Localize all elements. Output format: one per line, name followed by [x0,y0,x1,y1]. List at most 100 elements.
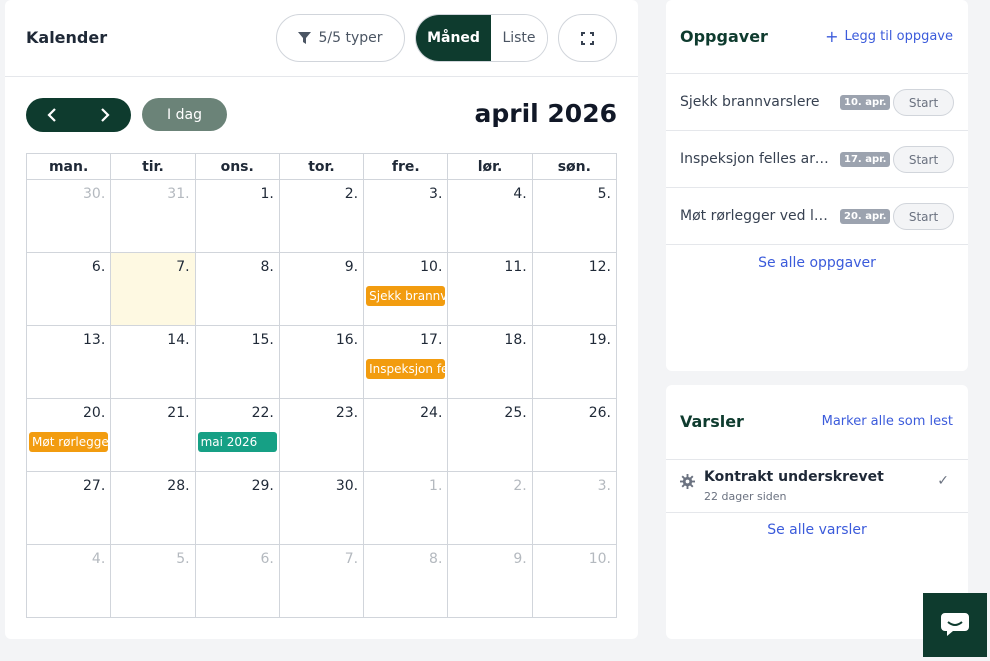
calendar-day[interactable]: 4. [448,180,533,253]
calendar-day[interactable]: 30. [279,472,365,545]
day-number: 7. [176,259,190,275]
calendar-day[interactable]: 25. [448,399,533,472]
calendar-day[interactable]: 5. [532,180,617,253]
calendar-day-today[interactable]: 7. [111,253,196,326]
calendar-day[interactable]: 27. [27,472,112,545]
calendar-day[interactable]: 26. [532,399,617,472]
calendar-day[interactable]: 8. [195,253,280,326]
calendar-day[interactable]: 10. [532,545,617,618]
day-number: 5. [176,551,190,567]
check-icon[interactable]: ✓ [937,473,949,489]
start-task-button[interactable]: Start [893,146,954,173]
day-number: 31. [167,186,190,202]
calendar-day[interactable]: 1. [364,472,449,545]
calendar-day[interactable]: 19. [532,326,617,399]
calendar-event[interactable]: Sjekk brannvarslere [366,286,446,306]
calendar-event[interactable]: mai 2026 [197,432,277,452]
calendar-week-row: 4. 5. 6. 7. 8. 9. 10. [27,545,617,618]
calendar-day[interactable]: 8. [364,545,449,618]
calendar-day[interactable]: 31. [111,180,196,253]
alerts-header: Varsler Marker alle som lest [666,385,968,459]
today-button[interactable]: I dag [142,98,227,131]
calendar-day[interactable]: 9. [279,253,365,326]
day-number: 22. [251,405,274,421]
calendar-day[interactable]: 2. [448,472,533,545]
calendar-day[interactable]: 18. [448,326,533,399]
task-name: Sjekk brannvarslere [680,94,820,110]
expand-icon [581,31,594,45]
day-number: 12. [588,259,611,275]
task-row[interactable]: Inspeksjon felles areal 17. apr. Start [666,131,968,188]
alert-item[interactable]: Kontrakt underskrevet 22 dager siden ✓ [666,459,968,513]
calendar-day[interactable]: 13. [27,326,112,399]
calendar-day[interactable]: 24. [364,399,449,472]
weekday-header: ons. [195,154,280,180]
calendar-day[interactable]: 20. Møt rørlegger ved lekkasje [27,399,112,472]
calendar-day[interactable]: 10. Sjekk brannvarslere [364,253,449,326]
weekday-header-row: man. tir. ons. tor. fre. lør. søn. [27,154,617,180]
chat-button[interactable] [923,593,987,657]
calendar-day[interactable]: 11. [448,253,533,326]
day-number: 16. [335,332,359,348]
chevron-left-icon [47,108,57,122]
calendar-day[interactable]: 22. mai 2026 [195,399,280,472]
weekday-header: søn. [532,154,617,180]
add-task-link[interactable]: + Legg til oppgave [825,27,953,46]
calendar-day[interactable]: 6. [27,253,112,326]
calendar-day[interactable]: 5. [111,545,196,618]
calendar-day[interactable]: 15. [195,326,280,399]
calendar-day[interactable]: 14. [111,326,196,399]
chat-icon [941,613,969,636]
task-row[interactable]: Møt rørlegger ved lekkasje 20. apr. Star… [666,188,968,245]
start-task-button[interactable]: Start [893,203,954,230]
calendar-event[interactable]: Inspeksjon felles areal [366,359,446,379]
calendar-day[interactable]: 28. [111,472,196,545]
calendar-day[interactable]: 12. [532,253,617,326]
day-number: 3. [597,478,611,494]
day-number: 19. [588,332,611,348]
calendar-day[interactable]: 6. [195,545,280,618]
next-month-button[interactable] [79,98,132,132]
calendar-day[interactable]: 30. [27,180,112,253]
calendar-day[interactable]: 3. [532,472,617,545]
alert-timestamp: 22 dager siden [704,490,787,503]
calendar-day[interactable]: 4. [27,545,112,618]
task-row[interactable]: Sjekk brannvarslere 10. apr. Start [666,74,968,131]
view-list-button[interactable]: Liste [491,15,547,61]
calendar-day[interactable]: 7. [279,545,365,618]
prev-month-button[interactable] [26,98,79,132]
fullscreen-button[interactable] [558,14,617,62]
calendar-day[interactable]: 2. [279,180,365,253]
weekday-header: tor. [279,154,365,180]
day-number: 6. [260,551,274,567]
task-date-badge: 20. apr. [840,209,891,224]
calendar-week-row: 20. Møt rørlegger ved lekkasje 21. 22. mai 2… [27,399,617,472]
calendar-day[interactable]: 29. [195,472,280,545]
start-task-button[interactable]: Start [893,89,954,116]
weekday-header: lør. [448,154,533,180]
calendar-day[interactable]: 1. [195,180,280,253]
type-filter-button[interactable]: 5/5 typer [276,14,405,62]
day-number: 1. [429,478,443,494]
calendar-day[interactable]: 21. [111,399,196,472]
day-number: 13. [83,332,106,348]
calendar-week-row: 27. 28. 29. 30. 1. 2. 3. [27,472,617,545]
calendar-day[interactable]: 16. [279,326,365,399]
day-number: 10. [420,259,443,275]
calendar-day[interactable]: 23. [279,399,365,472]
see-all-tasks-link[interactable]: Se alle oppgaver [666,255,968,271]
see-all-alerts-link[interactable]: Se alle varsler [666,522,968,538]
gear-icon [680,474,695,489]
view-month-button[interactable]: Måned [416,15,491,61]
mark-all-read-link[interactable]: Marker alle som lest [822,414,953,429]
calendar-day[interactable]: 3. [364,180,449,253]
day-number: 17. [420,332,443,348]
type-filter-label: 5/5 typer [318,30,383,46]
calendar-day[interactable]: 17. Inspeksjon felles areal [364,326,449,399]
plus-icon: + [825,27,839,46]
task-name: Møt rørlegger ved lekkasje [680,208,832,224]
calendar-event[interactable]: Møt rørlegger ved lekkasje [29,432,109,452]
alerts-title: Varsler [680,412,744,431]
calendar-day[interactable]: 9. [448,545,533,618]
weekday-header: fre. [364,154,449,180]
